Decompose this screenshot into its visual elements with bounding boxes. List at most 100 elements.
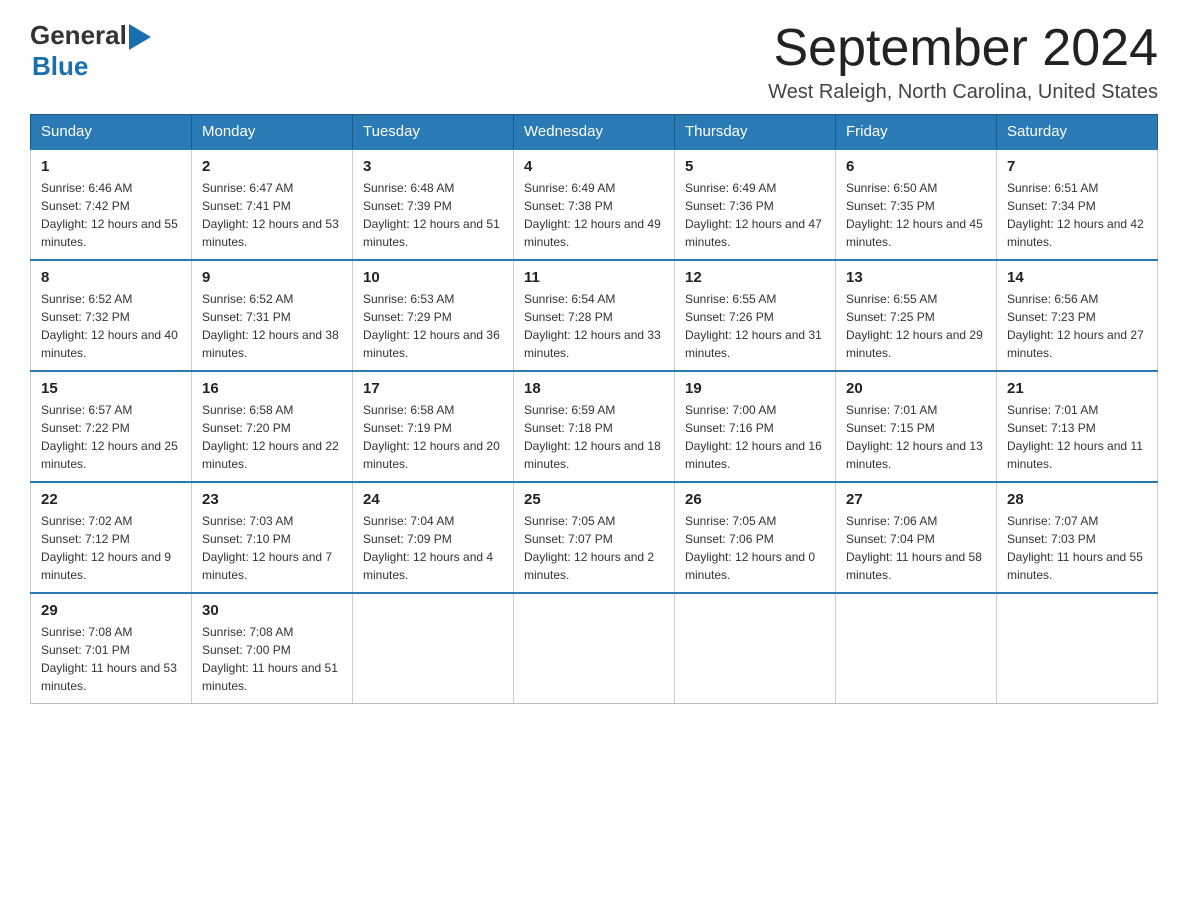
calendar-cell: 12 Sunrise: 6:55 AMSunset: 7:26 PMDayligh… [675,260,836,371]
calendar-cell: 13 Sunrise: 6:55 AMSunset: 7:25 PMDayligh… [836,260,997,371]
day-info: Sunrise: 6:52 AMSunset: 7:32 PMDaylight:… [41,290,181,362]
day-info: Sunrise: 7:01 AMSunset: 7:13 PMDaylight:… [1007,401,1147,473]
day-info: Sunrise: 6:48 AMSunset: 7:39 PMDaylight:… [363,179,503,251]
day-number: 16 [202,380,342,397]
calendar-cell: 27 Sunrise: 7:06 AMSunset: 7:04 PMDayligh… [836,482,997,593]
day-number: 3 [363,158,503,175]
day-number: 26 [685,491,825,508]
day-info: Sunrise: 7:07 AMSunset: 7:03 PMDaylight:… [1007,512,1147,584]
day-info: Sunrise: 6:57 AMSunset: 7:22 PMDaylight:… [41,401,181,473]
day-number: 22 [41,491,181,508]
calendar-header-row: SundayMondayTuesdayWednesdayThursdayFrid… [31,115,1158,150]
day-number: 12 [685,269,825,286]
calendar-table: SundayMondayTuesdayWednesdayThursdayFrid… [30,114,1158,704]
calendar-cell: 19 Sunrise: 7:00 AMSunset: 7:16 PMDayligh… [675,371,836,482]
day-number: 17 [363,380,503,397]
calendar-cell: 23Sunrise: 7:03 AMSunset: 7:10 PMDayligh… [192,482,353,593]
calendar-cell: 6 Sunrise: 6:50 AMSunset: 7:35 PMDaylight… [836,149,997,260]
logo: General Blue [30,20,151,82]
day-info: Sunrise: 6:51 AMSunset: 7:34 PMDaylight:… [1007,179,1147,251]
calendar-cell: 26 Sunrise: 7:05 AMSunset: 7:06 PMDayligh… [675,482,836,593]
day-info: Sunrise: 7:08 AMSunset: 7:00 PMDaylight:… [202,623,342,695]
calendar-day-header: Tuesday [353,115,514,150]
day-number: 19 [685,380,825,397]
day-number: 4 [524,158,664,175]
day-number: 23 [202,491,342,508]
day-number: 5 [685,158,825,175]
calendar-day-header: Monday [192,115,353,150]
page-header: General Blue September 2024 West Raleigh… [30,20,1158,104]
day-number: 13 [846,269,986,286]
day-info: Sunrise: 6:59 AMSunset: 7:18 PMDaylight:… [524,401,664,473]
day-number: 8 [41,269,181,286]
calendar-cell: 18 Sunrise: 6:59 AMSunset: 7:18 PMDayligh… [514,371,675,482]
calendar-cell [514,593,675,704]
day-info: Sunrise: 6:50 AMSunset: 7:35 PMDaylight:… [846,179,986,251]
day-number: 10 [363,269,503,286]
calendar-cell [353,593,514,704]
day-info: Sunrise: 6:55 AMSunset: 7:26 PMDaylight:… [685,290,825,362]
calendar-cell: 3 Sunrise: 6:48 AMSunset: 7:39 PMDaylight… [353,149,514,260]
day-number: 14 [1007,269,1147,286]
day-info: Sunrise: 6:53 AMSunset: 7:29 PMDaylight:… [363,290,503,362]
calendar-cell: 25 Sunrise: 7:05 AMSunset: 7:07 PMDayligh… [514,482,675,593]
calendar-week-row: 29Sunrise: 7:08 AMSunset: 7:01 PMDayligh… [31,593,1158,704]
calendar-cell [997,593,1158,704]
day-number: 18 [524,380,664,397]
logo-general-text: General [30,20,127,51]
day-number: 7 [1007,158,1147,175]
calendar-day-header: Saturday [997,115,1158,150]
day-info: Sunrise: 6:58 AMSunset: 7:20 PMDaylight:… [202,401,342,473]
day-number: 6 [846,158,986,175]
day-info: Sunrise: 6:49 AMSunset: 7:38 PMDaylight:… [524,179,664,251]
day-info: Sunrise: 6:46 AMSunset: 7:42 PMDaylight:… [41,179,181,251]
calendar-cell: 10 Sunrise: 6:53 AMSunset: 7:29 PMDayligh… [353,260,514,371]
calendar-cell [675,593,836,704]
calendar-cell [836,593,997,704]
day-info: Sunrise: 6:49 AMSunset: 7:36 PMDaylight:… [685,179,825,251]
day-number: 11 [524,269,664,286]
day-info: Sunrise: 7:08 AMSunset: 7:01 PMDaylight:… [41,623,181,695]
day-number: 21 [1007,380,1147,397]
day-info: Sunrise: 7:04 AMSunset: 7:09 PMDaylight:… [363,512,503,584]
title-block: September 2024 West Raleigh, North Carol… [768,20,1158,104]
day-info: Sunrise: 6:54 AMSunset: 7:28 PMDaylight:… [524,290,664,362]
calendar-cell: 22 Sunrise: 7:02 AMSunset: 7:12 PMDayligh… [31,482,192,593]
calendar-cell: 4 Sunrise: 6:49 AMSunset: 7:38 PMDaylight… [514,149,675,260]
day-number: 25 [524,491,664,508]
calendar-cell: 7 Sunrise: 6:51 AMSunset: 7:34 PMDaylight… [997,149,1158,260]
calendar-cell: 15Sunrise: 6:57 AMSunset: 7:22 PMDayligh… [31,371,192,482]
day-info: Sunrise: 7:06 AMSunset: 7:04 PMDaylight:… [846,512,986,584]
calendar-cell: 8 Sunrise: 6:52 AMSunset: 7:32 PMDaylight… [31,260,192,371]
calendar-day-header: Thursday [675,115,836,150]
day-number: 27 [846,491,986,508]
day-number: 2 [202,158,342,175]
day-info: Sunrise: 7:02 AMSunset: 7:12 PMDaylight:… [41,512,181,584]
calendar-cell: 9Sunrise: 6:52 AMSunset: 7:31 PMDaylight… [192,260,353,371]
calendar-cell: 20Sunrise: 7:01 AMSunset: 7:15 PMDayligh… [836,371,997,482]
calendar-week-row: 15Sunrise: 6:57 AMSunset: 7:22 PMDayligh… [31,371,1158,482]
day-number: 20 [846,380,986,397]
calendar-cell: 5 Sunrise: 6:49 AMSunset: 7:36 PMDaylight… [675,149,836,260]
calendar-cell: 11 Sunrise: 6:54 AMSunset: 7:28 PMDayligh… [514,260,675,371]
day-info: Sunrise: 7:05 AMSunset: 7:07 PMDaylight:… [524,512,664,584]
day-info: Sunrise: 6:52 AMSunset: 7:31 PMDaylight:… [202,290,342,362]
calendar-cell: 30Sunrise: 7:08 AMSunset: 7:00 PMDayligh… [192,593,353,704]
calendar-cell: 28 Sunrise: 7:07 AMSunset: 7:03 PMDayligh… [997,482,1158,593]
logo-blue-text: Blue [32,51,88,82]
day-info: Sunrise: 6:58 AMSunset: 7:19 PMDaylight:… [363,401,503,473]
calendar-cell: 21 Sunrise: 7:01 AMSunset: 7:13 PMDayligh… [997,371,1158,482]
calendar-cell: 24Sunrise: 7:04 AMSunset: 7:09 PMDayligh… [353,482,514,593]
calendar-cell: 17 Sunrise: 6:58 AMSunset: 7:19 PMDayligh… [353,371,514,482]
day-number: 28 [1007,491,1147,508]
day-info: Sunrise: 6:56 AMSunset: 7:23 PMDaylight:… [1007,290,1147,362]
day-info: Sunrise: 6:55 AMSunset: 7:25 PMDaylight:… [846,290,986,362]
calendar-cell: 16 Sunrise: 6:58 AMSunset: 7:20 PMDayligh… [192,371,353,482]
calendar-cell: 1Sunrise: 6:46 AMSunset: 7:42 PMDaylight… [31,149,192,260]
calendar-week-row: 22 Sunrise: 7:02 AMSunset: 7:12 PMDayligh… [31,482,1158,593]
day-info: Sunrise: 6:47 AMSunset: 7:41 PMDaylight:… [202,179,342,251]
calendar-week-row: 8 Sunrise: 6:52 AMSunset: 7:32 PMDaylight… [31,260,1158,371]
day-info: Sunrise: 7:00 AMSunset: 7:16 PMDaylight:… [685,401,825,473]
calendar-cell: 29Sunrise: 7:08 AMSunset: 7:01 PMDayligh… [31,593,192,704]
day-info: Sunrise: 7:05 AMSunset: 7:06 PMDaylight:… [685,512,825,584]
